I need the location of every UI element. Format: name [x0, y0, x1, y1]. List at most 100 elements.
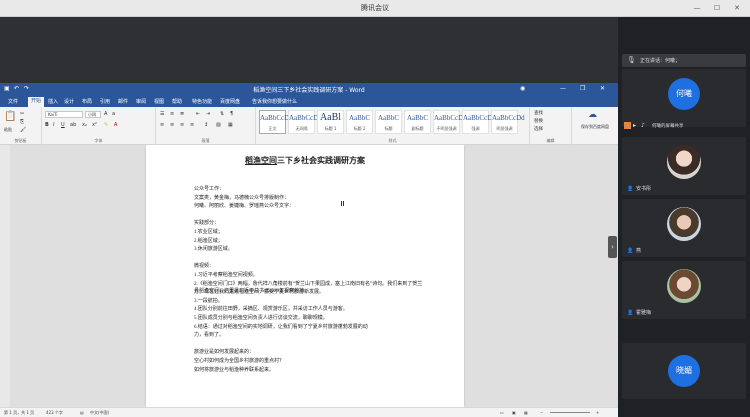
style-emphasis[interactable]: AaBbCcDd 强调 — [462, 110, 496, 134]
word-window: ▣ ↶ ↷ 稻渔空间三下乡社会实践调研方案 - Word ◉ — ❐ ✕ 文件 … — [0, 83, 618, 417]
style-normal[interactable]: AaBbCcDd 正文 — [259, 110, 293, 134]
cut-icon[interactable]: ✂ — [20, 111, 24, 117]
tab-insert[interactable]: 插入 — [48, 98, 58, 105]
paste-icon[interactable]: 📋 — [4, 111, 16, 122]
justify-icon[interactable]: ≡ — [190, 122, 194, 128]
decrease-indent-icon[interactable]: ⇤ — [196, 111, 200, 117]
font-color-icon[interactable]: A — [114, 122, 117, 128]
tab-features[interactable]: 特色功能 — [192, 98, 212, 105]
style-subtle-emphasis[interactable]: AaBbCcDd 不明显强调 — [433, 110, 467, 134]
zoom-out-icon[interactable]: − — [540, 410, 543, 415]
participant-panel: 🎙 正在讲话：何曦； 何曦 ▸ ♪ 何曦的屏幕共享 👤 安书彤 👤 燕 👤 霍雅… — [618, 17, 750, 417]
document-heading: 稻渔空间三下乡社会实践调研方案 — [146, 155, 464, 166]
participant-name: 安书彤 — [636, 186, 652, 192]
style-title[interactable]: AaBbC 标题 — [375, 110, 402, 134]
user-icon: 👤 — [627, 310, 634, 316]
paste-label[interactable]: 粘贴 — [4, 127, 12, 133]
tab-layout[interactable]: 布局 — [82, 98, 92, 105]
style-preview: AaBbC — [349, 114, 370, 122]
tab-file[interactable]: 文件 — [8, 98, 18, 105]
collapse-panel-icon[interactable]: › — [608, 236, 617, 258]
tab-home[interactable]: 开始 — [28, 97, 45, 107]
style-subtitle[interactable]: AaBbC 副标题 — [404, 110, 431, 134]
tab-design[interactable]: 设计 — [64, 98, 74, 105]
participant-tile[interactable]: 👤 燕 — [622, 199, 746, 257]
user-avatar-icon[interactable]: ◉ — [520, 85, 525, 92]
style-preview: AaBbCcDd — [434, 114, 467, 122]
copy-icon[interactable]: ⎘ — [20, 119, 24, 125]
participant-tile[interactable]: 晓媚 — [622, 343, 746, 399]
tab-references[interactable]: 引用 — [100, 98, 110, 105]
sort-icon[interactable]: ⇅ — [220, 111, 224, 117]
subscript-icon[interactable]: x₂ — [82, 122, 87, 128]
font-size-select[interactable]: 小四 — [85, 111, 101, 118]
style-intense-emphasis[interactable]: AaBbCcDd 明显强调 — [491, 110, 525, 134]
style-no-spacing[interactable]: AaBbCcDd 无间隔 — [288, 110, 322, 134]
superscript-icon[interactable]: x² — [92, 122, 97, 128]
increase-indent-icon[interactable]: ⇥ — [206, 111, 210, 117]
style-name: 标题 1 — [324, 126, 337, 131]
document-line: 3.休闲旅游区域。 — [194, 247, 233, 253]
tell-me-search[interactable]: 告诉我你想要做什么 — [252, 98, 297, 105]
italic-icon[interactable]: I — [53, 122, 54, 128]
style-heading-2[interactable]: AaBbC 标题 2 — [346, 110, 373, 134]
align-right-icon[interactable]: ≡ — [180, 122, 184, 128]
page-count[interactable]: 第 1 页，共 1 页 — [4, 410, 34, 416]
format-painter-icon[interactable]: 🖌 — [20, 127, 26, 133]
screen-share-row: ▸ ♪ 何曦的屏幕共享 — [622, 121, 746, 131]
style-preview: AaBbCcDd — [492, 114, 525, 122]
find-button[interactable]: 查找 — [534, 110, 543, 116]
borders-icon[interactable]: ▦ — [228, 122, 233, 128]
highlight-icon[interactable]: ✎ — [104, 122, 108, 128]
word-count[interactable]: 423 个字 — [46, 410, 63, 416]
web-layout-icon[interactable]: ▦ — [524, 410, 528, 415]
tab-mailings[interactable]: 邮件 — [118, 98, 128, 105]
shrink-font-icon[interactable]: a — [112, 111, 115, 117]
numbering-icon[interactable]: ≡ — [170, 111, 174, 117]
word-minimize-icon[interactable]: — — [560, 85, 566, 92]
maximize-icon[interactable]: ☐ — [712, 4, 722, 13]
close-icon[interactable]: ✕ — [732, 4, 742, 13]
user-icon: 👤 — [627, 186, 634, 192]
participant-tile[interactable]: 👤 霍雅梅 — [622, 261, 746, 319]
shading-icon[interactable]: ▨ — [216, 122, 221, 128]
participant-tile[interactable]: 何曦 — [622, 69, 746, 127]
tab-help[interactable]: 帮助 — [172, 98, 182, 105]
tab-view[interactable]: 视图 — [154, 98, 164, 105]
multilevel-icon[interactable]: ≣ — [180, 111, 184, 117]
show-marks-icon[interactable]: ¶ — [230, 111, 233, 117]
font-name-select[interactable]: KaiTi — [45, 111, 83, 118]
proofing-icon[interactable]: ▤ — [80, 410, 84, 415]
grow-font-icon[interactable]: A — [104, 111, 107, 117]
save-baidu-button[interactable]: 保存到百度网盘 — [575, 124, 615, 130]
document-page[interactable]: 稻渔空间三下乡社会实践调研方案 公众号工作： 文案类，黄金梅，马德楠公众号排版制作… — [146, 145, 464, 407]
document-line: 4.团队分别前往田野，采摘区、观赏游乐区，并采访工作人员与游客。 — [194, 307, 348, 313]
document-line: 6.结语：通过对稻渔空间的实地调研，让我们看到了宁夏乡村旅游蓬勃发展的动 — [194, 324, 368, 330]
tab-review[interactable]: 审阅 — [136, 98, 146, 105]
align-center-icon[interactable]: ≡ — [170, 122, 174, 128]
style-preview: AaBbCcDd — [289, 114, 322, 122]
align-left-icon[interactable]: ≡ — [160, 122, 164, 128]
select-button[interactable]: 选择 — [534, 126, 543, 132]
zoom-slider[interactable] — [550, 412, 590, 413]
read-mode-icon[interactable]: ▭ — [500, 410, 504, 415]
style-heading-1[interactable]: AaBl 标题 1 — [317, 110, 344, 134]
minimize-icon[interactable]: — — [692, 4, 702, 13]
bullets-icon[interactable]: ☰ — [160, 111, 164, 117]
replace-button[interactable]: 替换 — [534, 118, 543, 124]
language[interactable]: 中文(中国) — [90, 410, 109, 416]
bold-icon[interactable]: B — [45, 122, 49, 128]
tab-baidu[interactable]: 百度网盘 — [220, 98, 240, 105]
participant-tile[interactable]: 👤 安书彤 — [622, 137, 746, 195]
cloud-save-icon[interactable]: ☁ — [588, 110, 597, 120]
word-close-icon[interactable]: ✕ — [600, 85, 605, 92]
word-restore-icon[interactable]: ❐ — [580, 85, 585, 92]
zoom-in-icon[interactable]: + — [596, 410, 599, 415]
avatar — [667, 269, 701, 303]
strikethrough-icon[interactable]: ab — [70, 122, 76, 128]
underline-icon[interactable]: U — [61, 122, 65, 128]
print-layout-icon[interactable]: ▣ — [512, 410, 516, 415]
style-preview: AaBbC — [378, 114, 399, 122]
window-titlebar: 腾讯会议 — ☐ ✕ — [0, 0, 750, 17]
line-spacing-icon[interactable]: ↕ — [204, 122, 208, 128]
